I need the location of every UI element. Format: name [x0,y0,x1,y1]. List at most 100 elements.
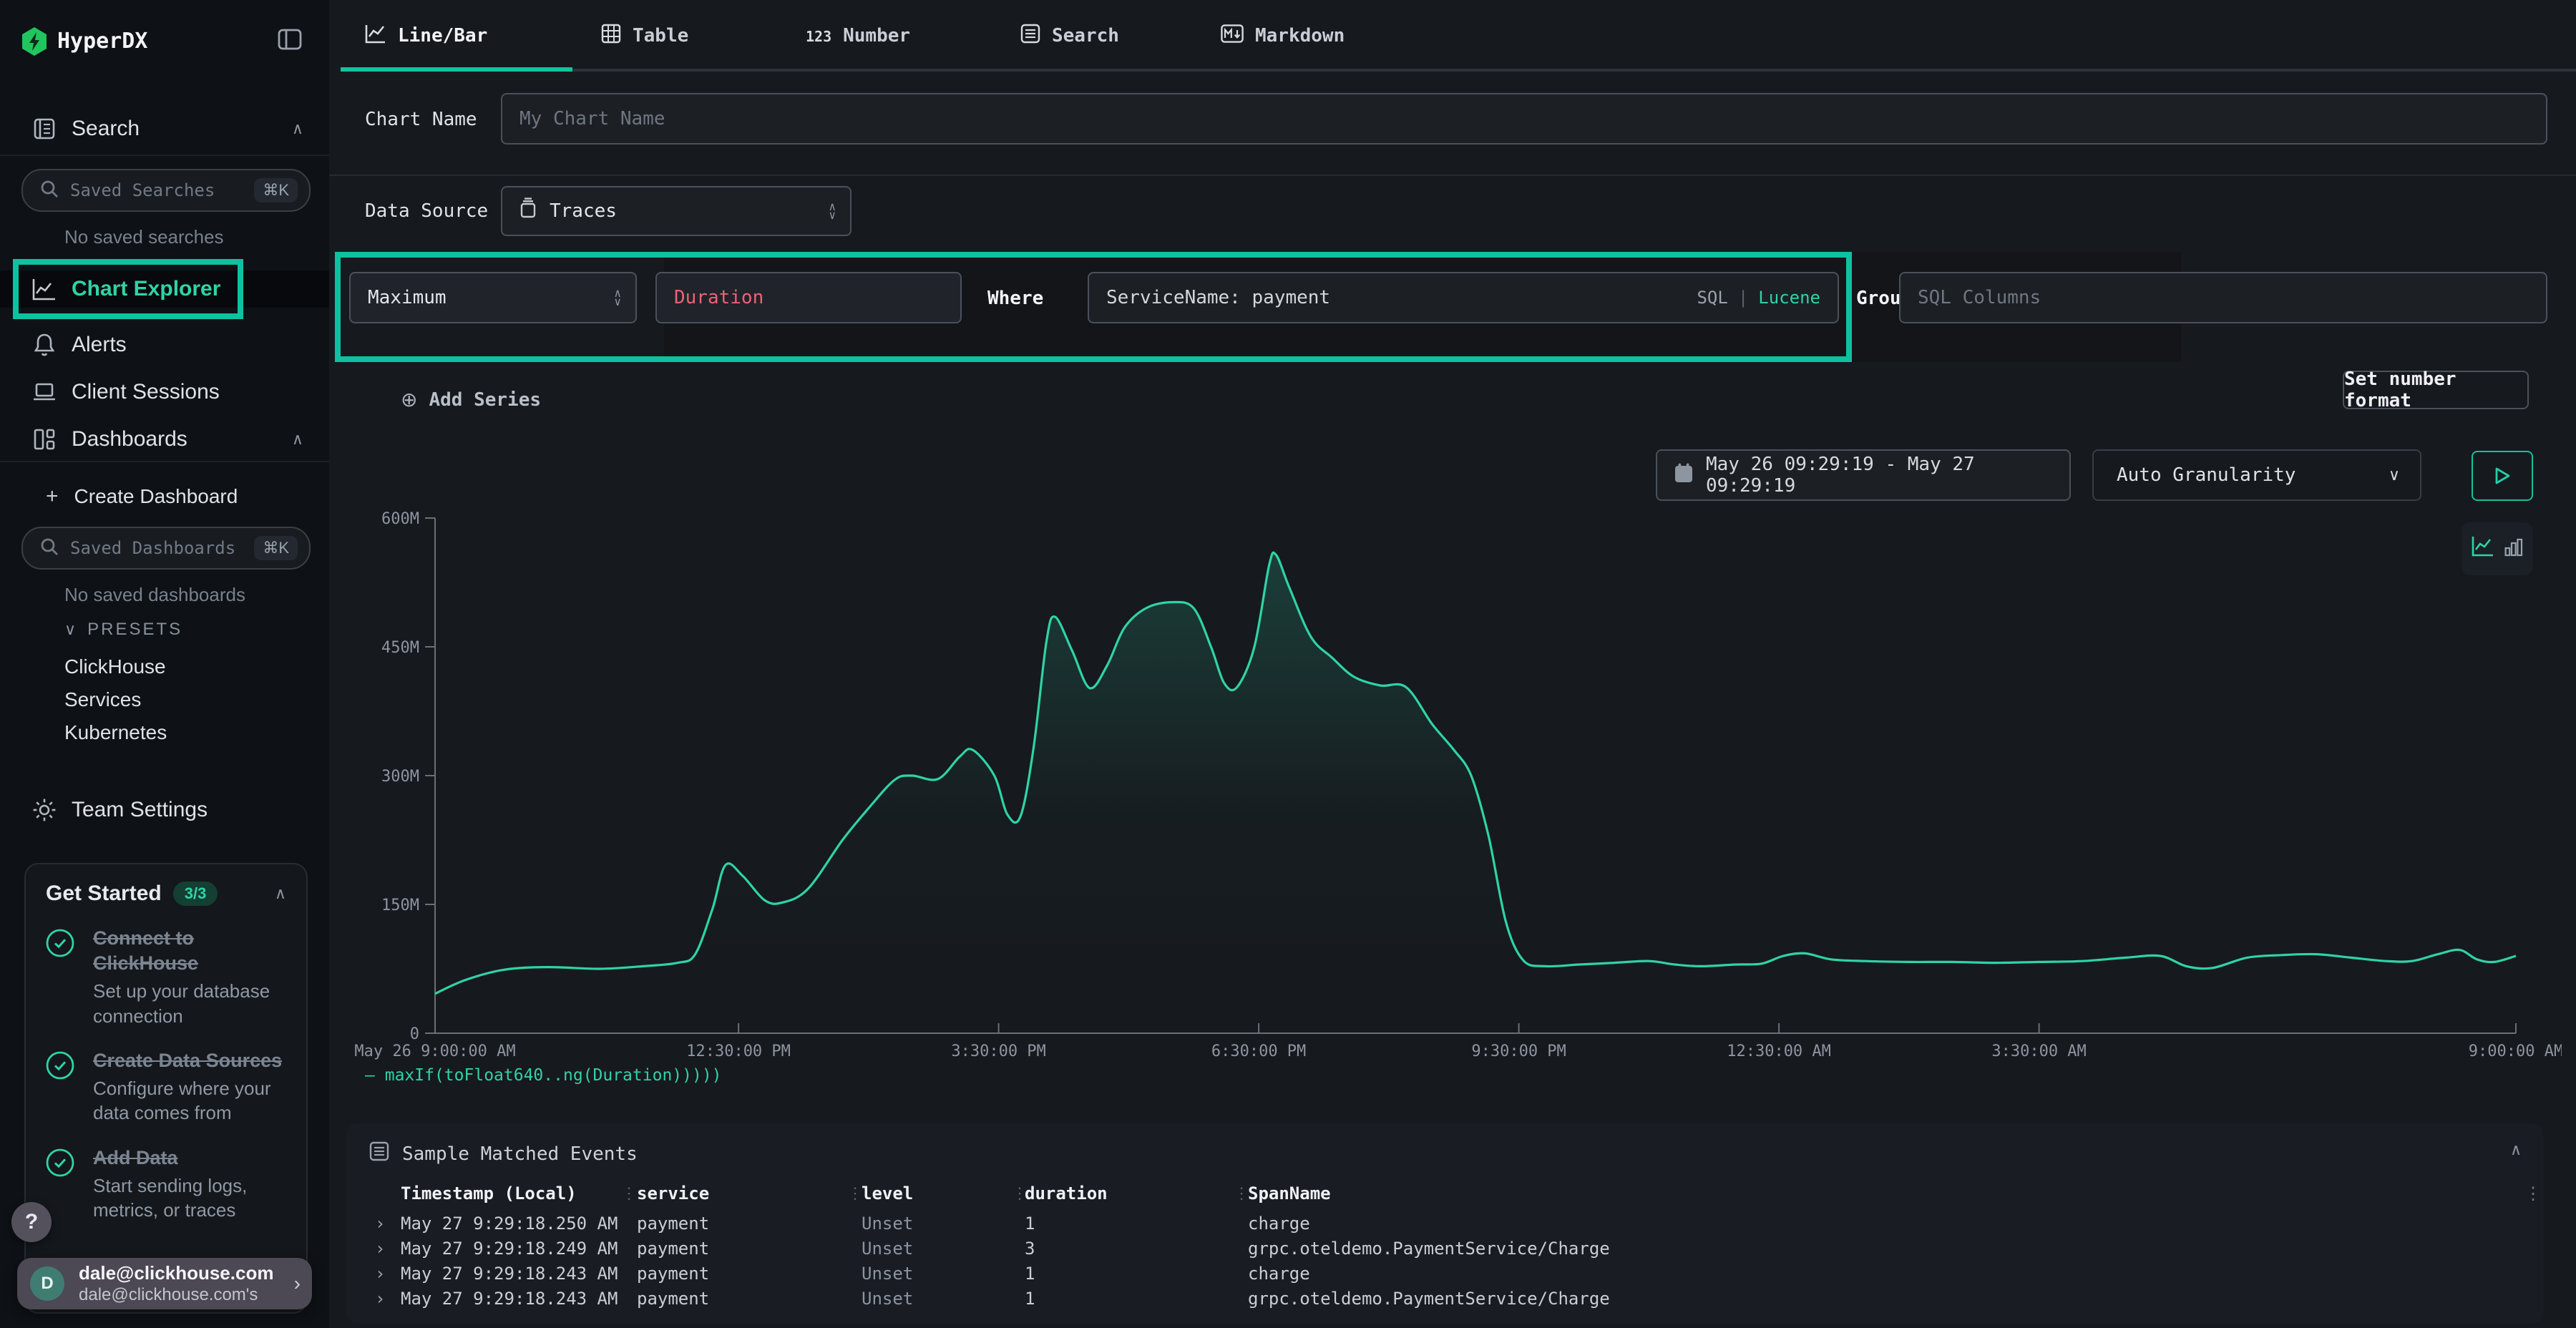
search-section-label: Search [72,117,140,141]
user-menu[interactable]: D dale@clickhouse.com dale@clickhouse.co… [17,1258,312,1309]
svg-text:300M: 300M [381,768,419,786]
timeseries-chart[interactable]: 0150M300M450M600MMay 26 9:00:00 AM12:30:… [329,504,2562,1065]
collapse-panel-icon[interactable]: ∧ [2510,1141,2522,1159]
preset-clickhouse[interactable]: ClickHouse [64,655,166,678]
column-resize-handle[interactable]: ⋮ [621,1185,637,1203]
brand-title: HyperDX [57,29,147,54]
get-started-item-subtitle: Configure where your data comes from [93,1076,286,1126]
column-resize-handle[interactable]: ⋮ [847,1185,863,1203]
tab-label: Markdown [1255,25,1345,47]
column-header-duration[interactable]: duration [1025,1183,1108,1204]
select-updown-icon: ∧∨ [614,289,621,306]
row-expander-icon[interactable]: › [375,1289,385,1309]
database-icon [518,197,538,225]
run-query-button[interactable] [2472,451,2533,501]
sidebar-item-alerts[interactable]: Alerts [0,326,329,363]
sidebar-section-search[interactable]: Search ∧ [0,110,329,147]
column-header-level[interactable]: level [862,1183,913,1204]
row-expander-icon[interactable]: › [375,1264,385,1284]
get-started-item[interactable]: Create Data SourcesConfigure where your … [46,1048,286,1126]
event-cell: grpc.oteldemo.PaymentService/Charge [1248,1289,1610,1309]
sidebar-item-chart-explorer[interactable]: Chart Explorer [0,270,329,308]
presets-toggle[interactable]: ∨ PRESETS [64,620,182,640]
tab-markdown[interactable]: Markdown [1221,14,1345,57]
table-list-icon [369,1141,389,1167]
sidebar-item-dashboards[interactable]: Dashboards ∧ [0,421,329,458]
svg-text:150M: 150M [381,897,419,914]
create-dashboard-button[interactable]: + Create Dashboard [0,478,329,515]
get-started-item[interactable]: Connect to ClickHouseSet up your databas… [46,926,286,1028]
preset-kubernetes[interactable]: Kubernetes [64,721,167,744]
event-row[interactable]: ›May 27 9:29:18.250 AMpaymentUnset1charg… [346,1214,2543,1238]
tab-search[interactable]: Search [1020,14,1119,57]
column-header-spanname[interactable]: SpanName [1248,1183,1331,1204]
no-saved-searches-text: No saved searches [64,226,224,248]
tabbar-underline [341,69,2576,72]
set-number-format-button[interactable]: Set number format [2343,371,2529,409]
bell-icon [31,332,57,358]
where-search-input[interactable]: ServiceName: payment SQL | Lucene [1088,272,1839,323]
column-header-timestamp-local-[interactable]: Timestamp (Local) [401,1183,577,1204]
event-cell: payment [637,1289,709,1309]
event-row[interactable]: ›May 27 9:29:18.243 AMpaymentUnset1grpc.… [346,1289,2543,1313]
get-started-items: Connect to ClickHouseSet up your databas… [46,926,286,1222]
tab-icon: 123 [806,25,831,47]
chart-name-input[interactable]: My Chart Name [501,93,2547,145]
events-title: Sample Matched Events [402,1143,638,1165]
divider [0,155,329,156]
lucene-mode-toggle[interactable]: Lucene [1758,288,1820,308]
events-header: Sample Matched Events [369,1141,638,1167]
help-button[interactable]: ? [11,1202,52,1242]
event-row[interactable]: ›May 27 9:29:18.249 AMpaymentUnset3grpc.… [346,1239,2543,1263]
group-by-placeholder: SQL Columns [1918,287,2041,308]
tab-number[interactable]: 123Number [806,14,910,57]
aggregation-select[interactable]: Maximum ∧∨ [349,272,637,323]
event-cell: 1 [1025,1214,1035,1234]
data-source-select[interactable]: Traces ∧∨ [501,186,852,236]
get-started-header[interactable]: Get Started 3/3 ∧ [46,882,286,906]
sidebar-item-client-sessions[interactable]: Client Sessions [0,374,329,411]
collapse-sidebar-icon[interactable] [278,29,302,56]
svg-text:9:30:00 PM: 9:30:00 PM [1471,1043,1566,1060]
tab-line-bar[interactable]: Line/Bar [365,14,487,57]
row-expander-icon[interactable]: › [375,1214,385,1234]
user-email: dale@clickhouse.com [79,1261,273,1285]
get-started-item-title: Connect to ClickHouse [93,926,286,976]
saved-searches-input[interactable]: Saved Searches ⌘K [21,169,311,212]
get-started-item-title: Add Data [93,1146,286,1171]
event-cell: Unset [862,1214,913,1234]
field-select[interactable]: Duration [655,272,962,323]
column-header-service[interactable]: service [637,1183,709,1204]
presets-label: PRESETS [87,620,182,640]
get-started-card: Get Started 3/3 ∧ Connect to ClickHouseS… [24,863,308,1314]
date-range-input[interactable]: May 26 09:29:19 - May 27 09:29:19 [1656,449,2071,501]
table-options-kebab-icon[interactable]: ⋮ [2524,1183,2542,1204]
tab-table[interactable]: Table [601,14,688,57]
tab-icon [1020,24,1040,49]
field-value: Duration [674,287,763,308]
column-resize-handle[interactable]: ⋮ [1234,1185,1249,1203]
event-cell: 1 [1025,1289,1035,1309]
chevron-right-icon: › [294,1272,301,1295]
progress-badge: 3/3 [173,882,218,906]
tab-label: Table [633,25,688,47]
row-expander-icon[interactable]: › [375,1239,385,1259]
add-series-button[interactable]: ⊕ Add Series [401,388,541,411]
saved-dashboards-input[interactable]: Saved Dashboards ⌘K [21,527,311,570]
chevron-down-icon: ∨ [2389,466,2400,484]
check-circle-icon [46,926,77,1028]
granularity-select[interactable]: Auto Granularity ∨ [2092,449,2421,501]
sql-mode-toggle[interactable]: SQL [1697,288,1727,308]
event-row[interactable]: ›May 27 9:29:18.243 AMpaymentUnset1charg… [346,1264,2543,1288]
svg-text:May 26 9:00:00 AM: May 26 9:00:00 AM [354,1043,515,1060]
chevron-up-icon: ∧ [292,430,303,449]
group-by-input[interactable]: SQL Columns [1899,272,2547,323]
dashboard-grid-icon [31,426,57,452]
get-started-item[interactable]: Add DataStart sending logs, metrics, or … [46,1146,286,1223]
svg-text:12:30:00 PM: 12:30:00 PM [686,1043,791,1060]
preset-services[interactable]: Services [64,688,141,711]
chevron-up-icon: ∧ [292,119,303,138]
event-cell: grpc.oteldemo.PaymentService/Charge [1248,1239,1610,1259]
sidebar-item-team-settings[interactable]: Team Settings [0,791,329,829]
column-resize-handle[interactable]: ⋮ [1012,1185,1028,1203]
